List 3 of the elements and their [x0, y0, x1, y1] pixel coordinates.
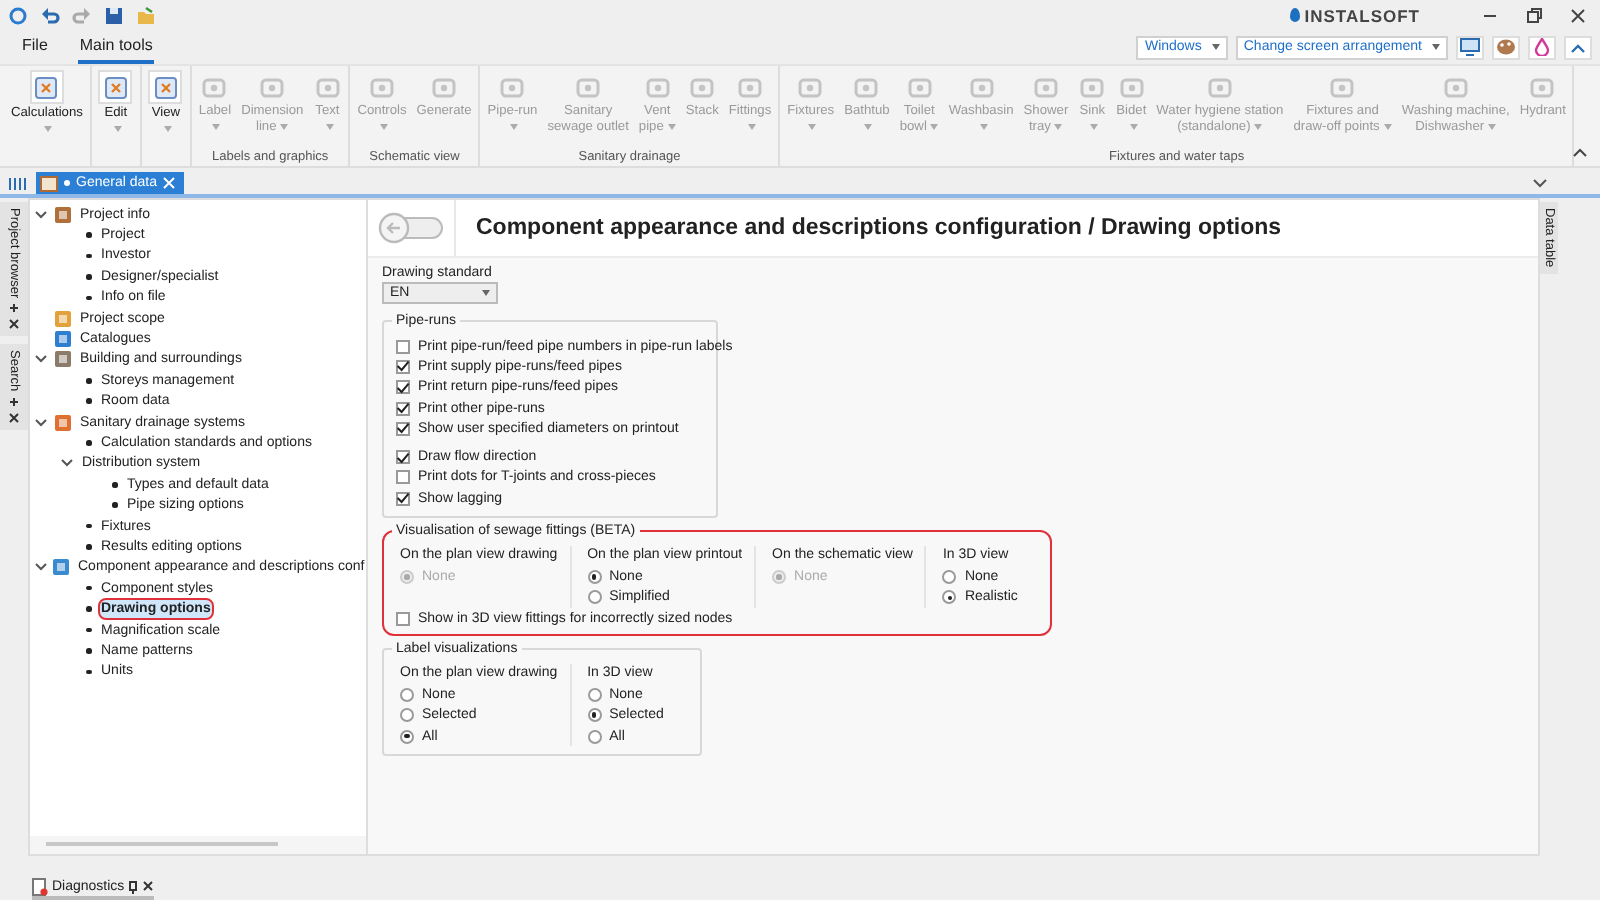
menu-tab[interactable]: File: [20, 30, 50, 64]
logo-text: INSTALSOFT: [1304, 5, 1420, 25]
page-title: Component appearance and descriptions configuration / Drawing options: [474, 216, 1282, 240]
